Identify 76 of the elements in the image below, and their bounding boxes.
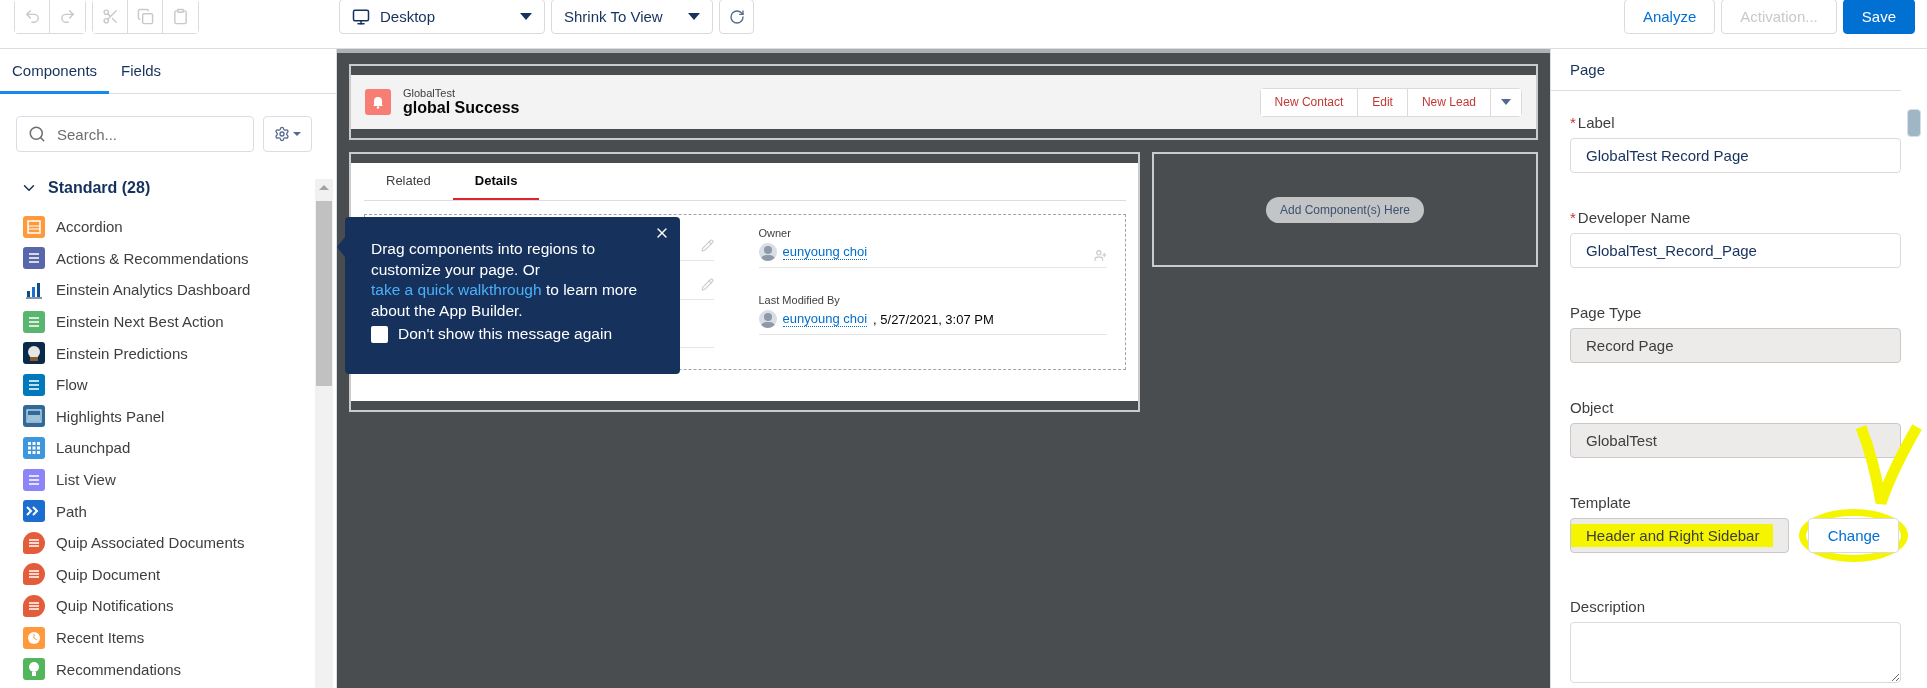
caret-icon — [688, 13, 700, 20]
component-item[interactable]: Quip Notifications — [56, 597, 174, 615]
panel-title: Page — [1551, 49, 1901, 91]
user-link[interactable]: eunyoung choi — [782, 244, 868, 260]
paste-icon — [172, 8, 189, 25]
field-label: Page Type — [1570, 304, 1642, 321]
scrollbar[interactable] — [1907, 109, 1921, 137]
field-label: Last Modified By — [758, 294, 841, 306]
record-title: global Success — [403, 99, 520, 117]
drop-zone-label: Add Component(s) Here — [1265, 196, 1425, 223]
description-field[interactable] — [1570, 622, 1901, 683]
bell-icon — [365, 89, 391, 115]
readonly-field: Record Page — [1570, 328, 1901, 363]
text-field[interactable]: GlobalTest Record Page — [1570, 138, 1901, 173]
change-owner-icon[interactable] — [1094, 249, 1107, 262]
settings-icon — [274, 126, 290, 142]
component-item[interactable]: Einstein Next Best Action — [56, 313, 224, 331]
scrollbar[interactable] — [315, 179, 333, 688]
component-item[interactable]: Highlights Panel — [56, 407, 165, 425]
redo-icon — [59, 8, 76, 25]
component-item[interactable]: Path — [56, 502, 87, 520]
refresh-icon — [728, 8, 745, 25]
user-link[interactable]: eunyoung choi — [782, 311, 868, 327]
caret-icon — [1500, 98, 1512, 106]
component-item[interactable]: Launchpad — [56, 439, 131, 457]
field-value: , 5/27/2021, 3:07 PM — [873, 311, 994, 327]
field-label: Description — [1570, 598, 1646, 615]
record-tab[interactable]: Details — [452, 163, 540, 200]
settings-button[interactable] — [263, 116, 312, 152]
cut-icon — [101, 8, 119, 25]
required-mark: * — [1570, 209, 1576, 226]
search-field[interactable]: Search... — [16, 116, 254, 152]
checkbox[interactable] — [371, 325, 388, 343]
field-label: Developer Name — [1577, 209, 1691, 226]
component-item[interactable]: List View — [56, 471, 116, 489]
action-button[interactable]: New Contact — [1260, 88, 1359, 116]
panel-tab[interactable]: Components — [0, 49, 110, 94]
refresh-button[interactable] — [719, 0, 754, 34]
readonly-field: GlobalTest — [1570, 423, 1901, 458]
component-item[interactable]: Recommendations — [56, 660, 182, 678]
component-item[interactable]: Quip Associated Documents — [56, 534, 245, 552]
field-label: Owner — [758, 227, 792, 239]
component-item[interactable]: Einstein Analytics Dashboard — [56, 281, 251, 299]
edit-icon — [700, 239, 714, 252]
component-item[interactable]: Accordion — [56, 218, 123, 236]
component-item[interactable]: Flow — [56, 376, 88, 394]
component-item[interactable]: Quip Document — [56, 565, 161, 583]
panel-tab[interactable]: Fields — [109, 49, 174, 94]
section-header[interactable]: Standard (28) — [20, 179, 151, 211]
zoom-dropdown[interactable]: Shrink To View — [551, 0, 713, 34]
caret-icon — [520, 13, 532, 20]
copy-icon — [136, 8, 154, 25]
checkbox-label[interactable]: Don't show this message again — [398, 325, 613, 343]
object-name: GlobalTest — [403, 87, 456, 99]
record-tab[interactable]: Related — [364, 163, 453, 200]
toolbar-button[interactable]: Save — [1842, 0, 1915, 34]
component-item[interactable]: Einstein Predictions — [56, 344, 188, 362]
search-icon — [28, 125, 46, 143]
toolbar-button[interactable]: Analyze — [1623, 0, 1716, 34]
walkthrough-link[interactable]: take a quick walkthrough — [371, 281, 542, 298]
monitor-icon — [352, 7, 370, 26]
field-label: Label — [1577, 114, 1615, 131]
component-item[interactable]: Actions & Recommendations — [56, 249, 249, 267]
component-item[interactable]: Recent Items — [56, 629, 145, 646]
tooltip-text: Drag components into regions to customize your page. Or take a quick walkthrough to learn more about the App Builder. — [371, 239, 639, 321]
avatar-icon — [758, 243, 777, 261]
required-mark: * — [1570, 114, 1576, 131]
device-dropdown[interactable]: Desktop — [339, 0, 545, 34]
field-label: Object — [1570, 399, 1614, 416]
avatar-icon — [758, 310, 777, 328]
undo-icon — [23, 8, 41, 25]
template-field: Header and Right Sidebar — [1570, 518, 1790, 553]
text-field[interactable]: GlobalTest_Record_Page — [1570, 233, 1901, 268]
field-label: Template — [1570, 494, 1631, 511]
edit-icon — [700, 278, 714, 291]
change-button[interactable]: Change — [1808, 518, 1900, 553]
